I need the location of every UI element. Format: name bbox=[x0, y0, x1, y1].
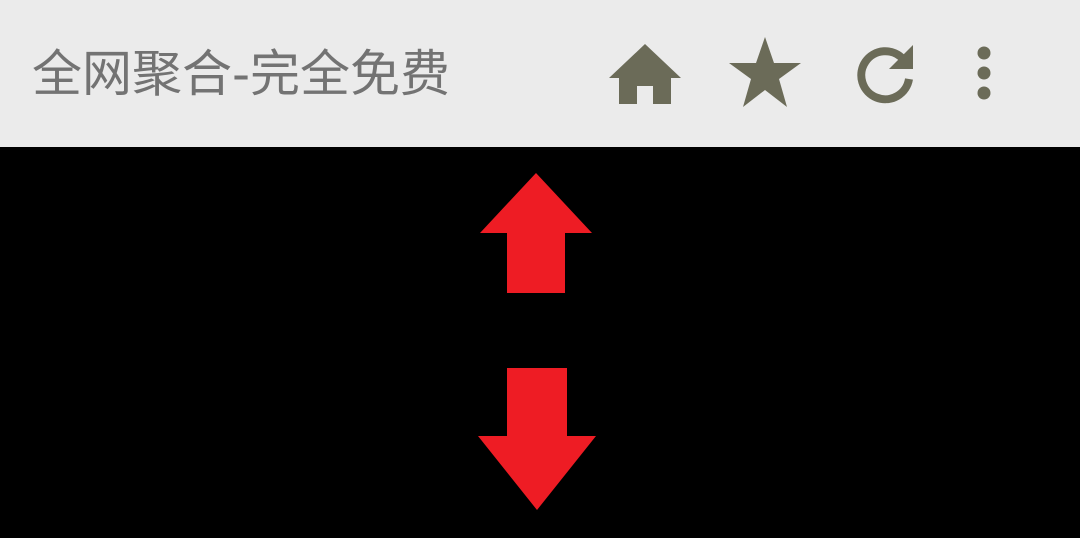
page-title: 全网聚合-完全免费 bbox=[32, 45, 451, 103]
bookmark-button[interactable] bbox=[722, 34, 808, 110]
home-icon bbox=[609, 44, 681, 104]
toolbar: 全网聚合-完全免费 bbox=[0, 0, 1080, 147]
arrow-down-icon bbox=[478, 368, 596, 510]
star-icon bbox=[729, 37, 801, 107]
refresh-icon bbox=[857, 45, 913, 104]
more-vert-icon bbox=[977, 46, 991, 100]
refresh-button[interactable] bbox=[846, 38, 926, 110]
arrow-up-icon bbox=[480, 173, 592, 293]
home-button[interactable] bbox=[602, 38, 688, 110]
content-area bbox=[0, 147, 1080, 538]
more-options-button[interactable] bbox=[962, 40, 1006, 106]
